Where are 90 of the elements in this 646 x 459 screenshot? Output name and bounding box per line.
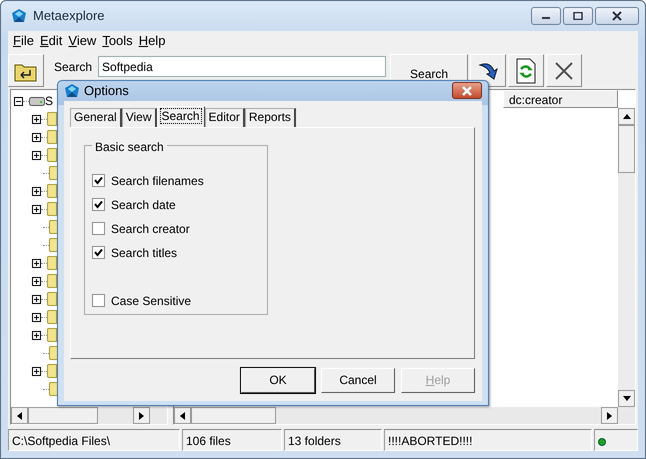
check-icon — [94, 200, 103, 209]
plus-icon — [33, 260, 40, 266]
column-header[interactable]: dc:creator — [503, 90, 618, 108]
scroll-up-button[interactable] — [618, 108, 635, 125]
checkbox[interactable] — [92, 174, 105, 187]
plus-icon — [33, 134, 40, 140]
right-arrow-icon — [139, 412, 144, 420]
left-arrow-icon — [180, 412, 185, 420]
scroll-left-button[interactable] — [174, 407, 191, 424]
refresh-icon — [515, 58, 538, 84]
close-button[interactable] — [595, 7, 639, 25]
scroll-right-button[interactable] — [601, 407, 618, 424]
expand-toggle[interactable] — [32, 204, 41, 214]
app-icon — [11, 8, 27, 24]
export-button[interactable] — [470, 54, 506, 87]
dialog-title: Options — [84, 82, 129, 100]
tab[interactable]: Editor — [204, 108, 245, 126]
menu-item[interactable]: View — [65, 31, 100, 51]
checkbox[interactable] — [92, 198, 105, 211]
tree-item-label[interactable]: S — [45, 92, 54, 110]
drive-icon — [29, 96, 45, 106]
menu-item[interactable]: Help — [136, 31, 168, 51]
checkbox[interactable] — [92, 294, 105, 307]
close-button[interactable] — [452, 82, 482, 100]
scrollbar-thumb[interactable] — [618, 125, 635, 173]
left-arrow-icon — [17, 412, 22, 420]
expand-toggle[interactable] — [32, 258, 41, 268]
checkbox-label[interactable]: Case Sensitive — [111, 292, 192, 310]
tab[interactable]: General — [70, 108, 122, 126]
right-arrow-icon — [607, 412, 612, 420]
collapse-toggle[interactable] — [14, 96, 23, 106]
delete-button[interactable] — [546, 54, 582, 87]
search-field[interactable]: Softpedia — [98, 56, 386, 77]
checkbox[interactable] — [92, 222, 105, 235]
expand-toggle[interactable] — [32, 294, 41, 304]
tab[interactable]: Reports — [244, 108, 296, 126]
minimize-button[interactable] — [531, 7, 561, 25]
up-arrow-icon — [622, 114, 630, 119]
expand-toggle[interactable] — [32, 312, 41, 322]
check-icon — [94, 248, 103, 257]
expand-toggle[interactable] — [32, 114, 41, 124]
expand-toggle[interactable] — [32, 132, 41, 142]
dialog-button[interactable]: Cancel — [321, 368, 395, 392]
scroll-down-button[interactable] — [618, 390, 635, 407]
tab[interactable]: View — [122, 108, 156, 126]
plus-icon — [33, 152, 40, 158]
search-label: Search — [54, 59, 92, 76]
expand-toggle[interactable] — [32, 150, 41, 160]
close-icon — [461, 86, 473, 96]
status-light-icon — [598, 438, 606, 446]
checkbox[interactable] — [92, 246, 105, 259]
plus-icon — [33, 278, 40, 284]
cross-icon — [553, 60, 576, 82]
menu-item[interactable]: Tools — [99, 31, 136, 51]
plus-icon — [33, 188, 40, 194]
expand-toggle[interactable] — [32, 186, 41, 196]
tab[interactable]: Search — [156, 106, 205, 126]
folder-up-button[interactable] — [8, 54, 44, 87]
checkbox-label[interactable]: Search creator — [111, 220, 190, 238]
maximize-icon — [573, 12, 583, 20]
scroll-left-button[interactable] — [11, 407, 28, 424]
checkbox-label[interactable]: Search filenames — [111, 172, 204, 190]
plus-icon — [33, 368, 40, 374]
status-text: !!!!ABORTED!!!! — [384, 429, 592, 451]
down-arrow-icon — [622, 396, 630, 401]
expand-toggle[interactable] — [32, 366, 41, 376]
menu-item[interactable]: File — [10, 31, 37, 51]
scroll-right-button[interactable] — [133, 407, 150, 424]
check-icon — [94, 176, 103, 185]
checkbox-label[interactable]: Search titles — [111, 244, 178, 262]
scrollbar-thumb[interactable] — [28, 407, 98, 424]
plus-icon — [33, 314, 40, 320]
menu-item[interactable]: Edit — [36, 31, 66, 51]
status-text: 106 files — [182, 429, 282, 451]
expand-toggle[interactable] — [32, 276, 41, 286]
status-text: C:\Softpedia Files\ — [8, 429, 180, 451]
scrollbar-thumb[interactable] — [191, 407, 276, 424]
checkbox-label[interactable]: Search date — [111, 196, 176, 214]
plus-icon — [33, 116, 40, 122]
window-title: Metaexplore — [33, 7, 105, 26]
dialog-button[interactable]: OK — [241, 368, 315, 392]
expand-toggle[interactable] — [32, 330, 41, 340]
plus-icon — [33, 332, 40, 338]
close-icon — [611, 11, 623, 21]
app-icon — [64, 82, 80, 99]
status-text: 13 folders — [284, 429, 382, 451]
refresh-button[interactable] — [508, 54, 544, 87]
maximize-button[interactable] — [563, 7, 593, 25]
plus-icon — [33, 296, 40, 302]
plus-icon — [33, 206, 40, 212]
